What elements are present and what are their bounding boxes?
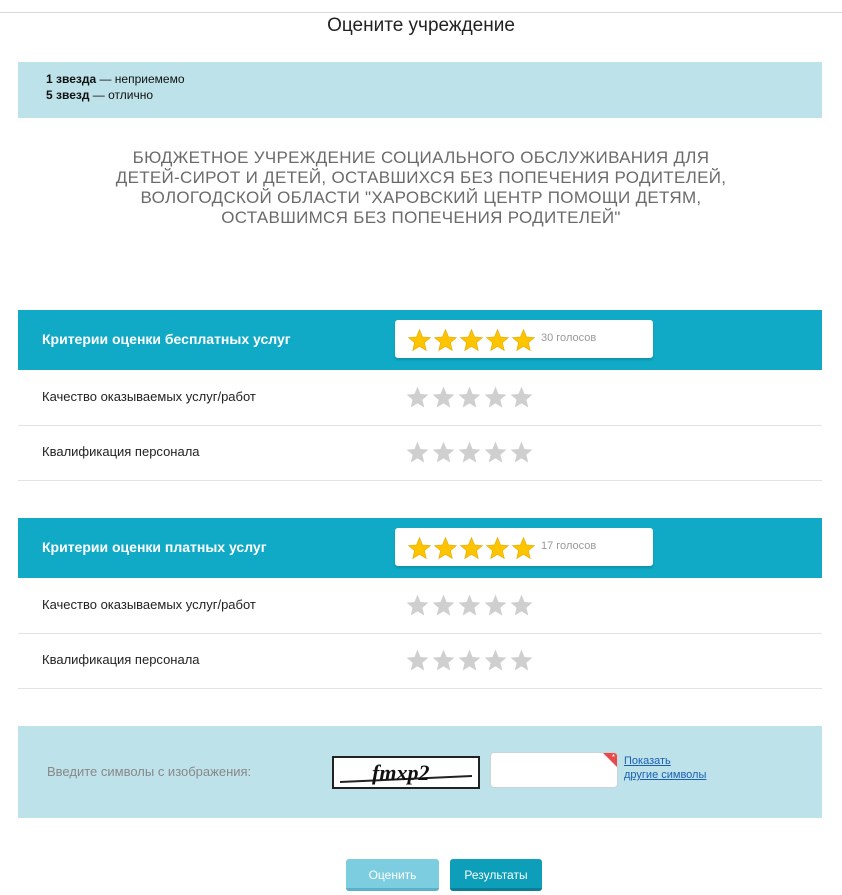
legend-one-star-label: 1 звезда xyxy=(46,72,97,86)
captcha-graphic: fmxp2 xyxy=(339,760,473,785)
star-empty-icon[interactable] xyxy=(431,385,456,410)
star-empty-icon[interactable] xyxy=(509,385,534,410)
star-filled-icon[interactable] xyxy=(511,328,536,353)
captcha-text: fmxp2 xyxy=(372,760,429,785)
criterion-row: Квалификация персонала xyxy=(18,425,822,481)
star-filled-icon[interactable] xyxy=(511,536,536,561)
star-empty-icon[interactable] xyxy=(457,648,482,673)
organization-name: БЮДЖЕТНОЕ УЧРЕЖДЕНИЕ СОЦИАЛЬНОГО ОБСЛУЖИ… xyxy=(115,148,727,227)
star-rating[interactable] xyxy=(405,593,535,618)
star-filled-icon[interactable] xyxy=(459,328,484,353)
captcha-panel: Введите символы с изображения: fmxp2 * П… xyxy=(18,726,822,818)
refresh-link-line2: другие символы xyxy=(624,769,707,781)
criterion-row: Качество оказываемых услуг/работ xyxy=(18,370,822,426)
star-empty-icon[interactable] xyxy=(405,385,430,410)
star-empty-icon[interactable] xyxy=(509,593,534,618)
criterion-row: Качество оказываемых услуг/работ xyxy=(18,578,822,634)
star-empty-icon[interactable] xyxy=(483,593,508,618)
star-filled-icon[interactable] xyxy=(407,536,432,561)
criterion-label: Качество оказываемых услуг/работ xyxy=(42,389,256,404)
section-title: Критерии оценки платных услуг xyxy=(42,539,267,555)
star-filled-icon[interactable] xyxy=(459,536,484,561)
star-rating[interactable] xyxy=(407,328,537,353)
criterion-label: Квалификация персонала xyxy=(42,444,200,459)
rate-button[interactable]: Оценить xyxy=(346,859,439,891)
captcha-input[interactable]: * xyxy=(490,752,618,788)
star-rating[interactable] xyxy=(407,536,537,561)
overall-rating-widget[interactable]: 30 голосов xyxy=(395,320,653,358)
top-divider xyxy=(0,12,842,13)
criterion-label: Квалификация персонала xyxy=(42,652,200,667)
show-other-symbols-link[interactable]: Показать другие символы xyxy=(624,754,706,782)
rating-legend: 1 звезда — неприемемо 5 звезд — отлично xyxy=(18,62,822,118)
star-empty-icon[interactable] xyxy=(457,440,482,465)
results-button[interactable]: Результаты xyxy=(450,859,542,891)
star-filled-icon[interactable] xyxy=(485,328,510,353)
captcha-label: Введите символы с изображения: xyxy=(47,764,252,779)
section-title: Критерии оценки бесплатных услуг xyxy=(42,331,291,347)
star-empty-icon[interactable] xyxy=(431,648,456,673)
star-empty-icon[interactable] xyxy=(483,648,508,673)
captcha-image: fmxp2 xyxy=(332,756,480,789)
star-empty-icon[interactable] xyxy=(405,648,430,673)
star-filled-icon[interactable] xyxy=(433,328,458,353)
star-rating[interactable] xyxy=(405,385,535,410)
refresh-link-line1: Показать xyxy=(624,755,671,767)
star-filled-icon[interactable] xyxy=(433,536,458,561)
star-filled-icon[interactable] xyxy=(407,328,432,353)
star-empty-icon[interactable] xyxy=(483,440,508,465)
star-empty-icon[interactable] xyxy=(405,440,430,465)
legend-line-one: 1 звезда — неприемемо xyxy=(46,71,822,87)
star-empty-icon[interactable] xyxy=(405,593,430,618)
section-header-free: Критерии оценки бесплатных услуг 30 голо… xyxy=(18,310,822,370)
votes-count: 17 голосов xyxy=(541,540,597,552)
star-empty-icon[interactable] xyxy=(431,593,456,618)
votes-count: 30 голосов xyxy=(541,332,597,344)
star-rating[interactable] xyxy=(405,440,535,465)
legend-five-star-text: — отлично xyxy=(89,88,154,102)
criterion-row: Квалификация персонала xyxy=(18,633,822,689)
star-empty-icon[interactable] xyxy=(483,385,508,410)
required-asterisk-icon: * xyxy=(611,753,615,762)
star-empty-icon[interactable] xyxy=(431,440,456,465)
star-empty-icon[interactable] xyxy=(457,385,482,410)
star-rating[interactable] xyxy=(405,648,535,673)
criterion-label: Качество оказываемых услуг/работ xyxy=(42,597,256,612)
legend-one-star-text: — неприемемо xyxy=(96,72,185,86)
legend-line-five: 5 звезд — отлично xyxy=(46,87,822,103)
legend-five-star-label: 5 звезд xyxy=(46,88,90,102)
overall-rating-widget[interactable]: 17 голосов xyxy=(395,528,653,566)
star-empty-icon[interactable] xyxy=(509,440,534,465)
section-header-paid: Критерии оценки платных услуг 17 голосов xyxy=(18,518,822,578)
page-title: Оцените учреждение xyxy=(327,15,515,36)
star-filled-icon[interactable] xyxy=(485,536,510,561)
star-empty-icon[interactable] xyxy=(509,648,534,673)
star-empty-icon[interactable] xyxy=(457,593,482,618)
